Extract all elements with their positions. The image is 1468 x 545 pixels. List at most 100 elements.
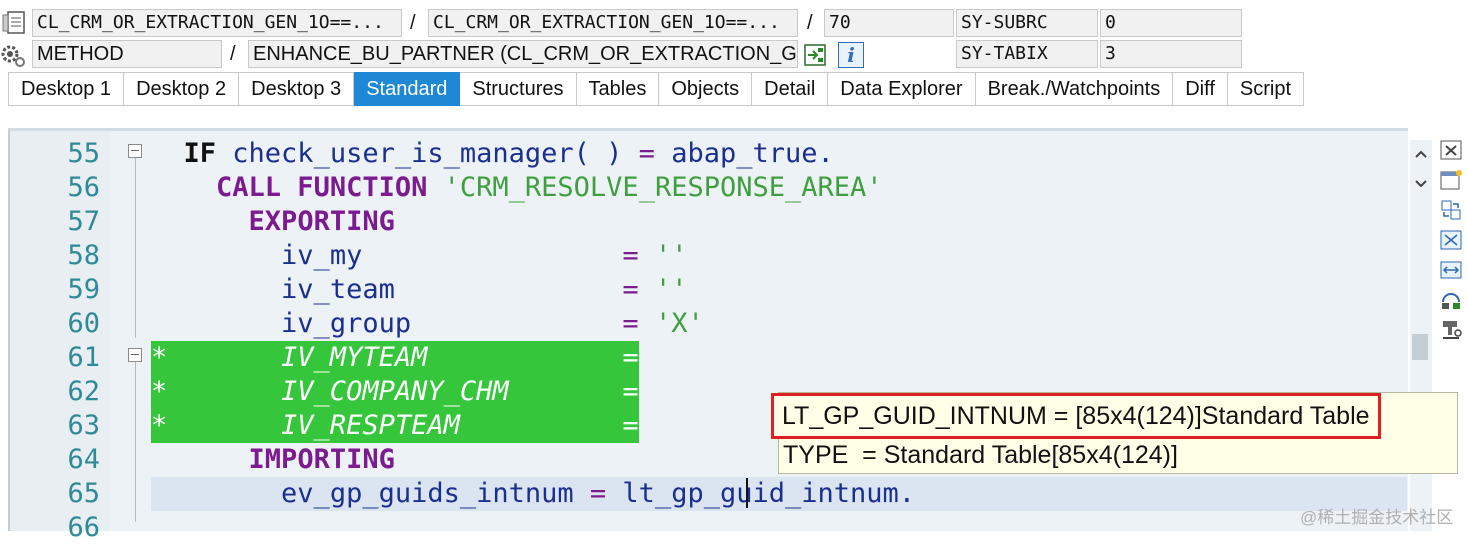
code-line[interactable]: iv_team = '' <box>151 273 687 307</box>
maximize-icon[interactable] <box>1439 228 1463 252</box>
code-token: abap_true. <box>654 138 834 169</box>
code-line[interactable]: iv_group = 'X' <box>151 307 704 341</box>
line-number: 55 <box>67 138 100 169</box>
code-token: 'CRM_RESOLVE_RESPONSE_AREA' <box>443 172 883 203</box>
debug-settings-icon[interactable] <box>1439 318 1463 342</box>
gear-icon[interactable] <box>0 42 26 68</box>
line-number: 60 <box>67 308 100 339</box>
fold-guide <box>135 362 136 522</box>
tab-desktop-2[interactable]: Desktop 2 <box>124 72 240 106</box>
code-line[interactable]: * IV_COMPANY_CHM = <box>151 375 639 409</box>
line-number: 62 <box>67 376 100 407</box>
sysvar-value-1: 0 <box>1100 9 1242 37</box>
line-number: 58 <box>67 240 100 271</box>
line-number: 57 <box>67 206 100 237</box>
swap-icon[interactable] <box>1439 198 1463 222</box>
code-line[interactable]: EXPORTING <box>151 205 395 239</box>
resize-horizontal-icon[interactable] <box>1439 258 1463 282</box>
code-line[interactable]: * IV_RESPTEAM = <box>151 409 639 443</box>
new-window-icon[interactable] <box>1439 168 1463 192</box>
sysvar-name-1: SY-SUBRC <box>956 9 1098 37</box>
code-token: iv_team <box>281 274 623 305</box>
code-token: IMPORTING <box>248 444 395 475</box>
code-token: * IV_RESPTEAM = <box>151 409 639 443</box>
separator: / <box>410 12 416 34</box>
code-line[interactable]: iv_my = '' <box>151 239 687 273</box>
code-line[interactable]: ev_gp_guids_intnum = lt_gp_guid_intnum. <box>151 477 1407 511</box>
code-token: * IV_MYTEAM = <box>151 341 639 375</box>
scroll-down-icon[interactable] <box>1414 178 1428 190</box>
code-token: '' <box>638 274 688 305</box>
source-code-icon[interactable] <box>2 10 28 36</box>
tab-data-explorer[interactable]: Data Explorer <box>828 72 976 106</box>
code-token: = <box>638 138 655 169</box>
method-name-field[interactable]: ENHANCE_BU_PARTNER (CL_CRM_OR_EXTRACTION… <box>248 40 798 68</box>
line-number-field[interactable]: 70 <box>824 9 954 37</box>
code-token: EXPORTING <box>248 206 395 237</box>
tooltip-type-line: TYPE = Standard Table[85x4(124)] <box>783 441 1178 469</box>
info-icon[interactable]: i <box>838 42 864 68</box>
fold-guide <box>135 158 136 338</box>
close-window-icon[interactable] <box>1439 138 1463 162</box>
code-token: iv_my <box>281 240 623 271</box>
code-line[interactable]: IMPORTING <box>151 443 395 477</box>
tab-structures[interactable]: Structures <box>460 72 577 106</box>
editor-toolbar <box>1436 136 1468 396</box>
code-token: = <box>622 240 639 271</box>
tab-script[interactable]: Script <box>1227 72 1304 106</box>
line-number: 61 <box>67 342 100 373</box>
tab-objects[interactable]: Objects <box>659 72 753 106</box>
watermark: @稀土掘金技术社区 <box>1300 508 1454 527</box>
line-number: 59 <box>67 274 100 305</box>
code-line[interactable]: IF check_user_is_manager( ) = abap_true. <box>151 137 834 171</box>
separator: / <box>230 43 236 65</box>
code-line[interactable]: CALL FUNCTION 'CRM_RESOLVE_RESPONSE_AREA… <box>151 171 883 205</box>
line-number: 63 <box>67 410 100 441</box>
code-token: IF <box>183 138 217 169</box>
code-token: check_user_is_manager( ) <box>216 138 639 169</box>
code-token: * IV_COMPANY_CHM = <box>151 375 639 409</box>
tab-desktop-3[interactable]: Desktop 3 <box>239 72 355 106</box>
text-cursor <box>746 478 748 508</box>
include-field[interactable]: CL_CRM_OR_EXTRACTION_GEN_1O==... <box>428 9 798 37</box>
separator: / <box>807 12 813 34</box>
scroll-thumb[interactable] <box>1412 334 1428 360</box>
tools-icon[interactable] <box>1439 288 1463 312</box>
code-token: ev_gp_guids_intnum <box>281 478 590 509</box>
sysvar-value-2: 3 <box>1100 40 1242 68</box>
sysvar-name-2: SY-TABIX <box>956 40 1098 68</box>
tooltip-value-line: LT_GP_GUID_INTNUM = [85x4(124)]Standard … <box>771 393 1381 439</box>
line-number: 66 <box>67 512 100 543</box>
tab-diff[interactable]: Diff <box>1173 72 1228 106</box>
tab-standard[interactable]: Standard <box>354 72 461 106</box>
collapse-icon[interactable] <box>128 144 142 158</box>
tab-break-watchpoints[interactable]: Break./Watchpoints <box>975 72 1174 106</box>
code-token: '' <box>638 240 688 271</box>
scroll-up-icon[interactable] <box>1414 148 1428 160</box>
navigate-icon[interactable] <box>803 42 829 68</box>
code-token: CALL FUNCTION <box>216 172 428 203</box>
program-field[interactable]: CL_CRM_OR_EXTRACTION_GEN_1O==... <box>32 9 402 37</box>
code-token: = <box>622 308 639 339</box>
code-token: 'X' <box>638 308 704 339</box>
code-token: = <box>589 478 607 509</box>
code-token: iv_group <box>281 308 623 339</box>
line-number: 64 <box>67 444 100 475</box>
tab-bar: Desktop 1 Desktop 2 Desktop 3 Standard Struc… <box>8 72 1304 106</box>
line-number: 65 <box>67 478 100 509</box>
code-line[interactable]: * IV_MYTEAM = <box>151 341 639 375</box>
code-token: = <box>622 274 639 305</box>
method-type-field: METHOD <box>32 40 222 68</box>
collapse-icon[interactable] <box>128 348 142 362</box>
tab-desktop-1[interactable]: Desktop 1 <box>8 72 125 106</box>
tab-tables[interactable]: Tables <box>576 72 660 106</box>
tab-detail[interactable]: Detail <box>752 72 829 106</box>
line-number: 56 <box>67 172 100 203</box>
